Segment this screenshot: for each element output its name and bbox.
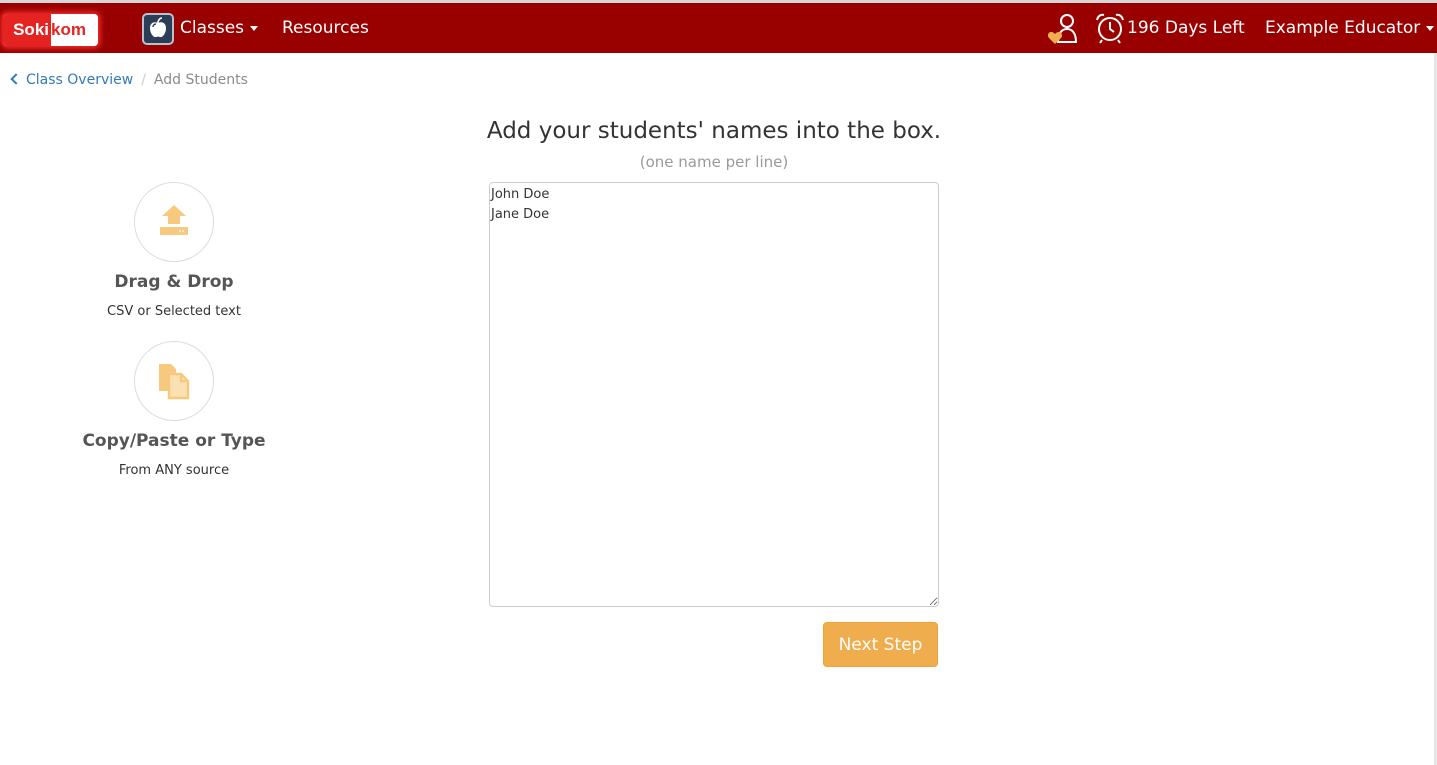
alarm-clock-icon (1094, 12, 1126, 44)
classes-label: Classes (180, 18, 245, 38)
page-heading: Add your students' names into the box. (486, 118, 942, 144)
upload-icon (160, 205, 188, 235)
heart-user-icon[interactable] (1046, 11, 1080, 45)
student-names-textarea[interactable]: John Doe Jane Doe (489, 182, 939, 607)
resources-link[interactable]: Resources (282, 3, 369, 53)
drag-drop-feature: Drag & Drop CSV or Selected text (54, 182, 294, 319)
sokikom-logo[interactable]: Soki kom (3, 14, 98, 46)
feature-subtitle: CSV or Selected text (107, 304, 241, 319)
breadcrumb-separator: / (141, 72, 146, 88)
classes-dropdown[interactable]: Classes (180, 3, 259, 53)
feature-title: Drag & Drop (114, 272, 234, 292)
chevron-left-icon (10, 73, 22, 85)
upload-icon-circle (134, 182, 214, 262)
breadcrumb: Class Overview / Add Students (10, 72, 248, 88)
next-step-button[interactable]: Next Step (823, 622, 938, 667)
page-subheading: (one name per line) (639, 153, 789, 171)
copy-paste-icon-circle (134, 341, 214, 421)
feature-title: Copy/Paste or Type (82, 431, 266, 451)
caret-down-icon (250, 25, 259, 31)
apple-icon[interactable] (142, 13, 174, 45)
caret-down-icon (1426, 25, 1435, 31)
copy-paste-feature: Copy/Paste or Type From ANY source (54, 341, 294, 478)
user-menu-dropdown[interactable]: Example Educator (1265, 3, 1435, 53)
feature-subtitle: From ANY source (118, 463, 230, 478)
breadcrumb-back-label: Class Overview (26, 72, 134, 88)
user-name: Example Educator (1265, 18, 1421, 38)
breadcrumb-current: Add Students (153, 72, 248, 88)
navbar: Soki kom Classes Resources 196 Days Left… (0, 3, 1437, 53)
logo-part-2: kom (51, 14, 98, 46)
logo-part-1: Soki (3, 14, 51, 46)
days-left-label: 196 Days Left (1127, 18, 1245, 38)
breadcrumb-back-link[interactable]: Class Overview (10, 72, 134, 88)
copy-paste-icon (159, 364, 190, 400)
